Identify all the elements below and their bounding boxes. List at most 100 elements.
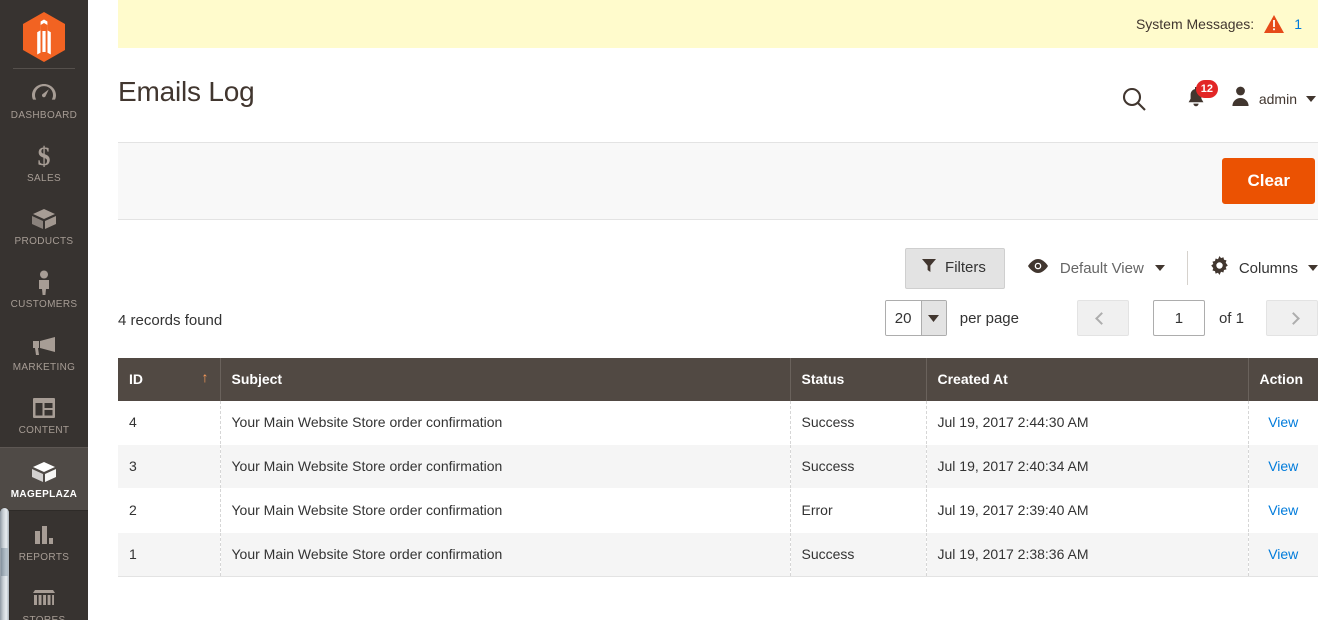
sidebar-item-reports[interactable]: REPORTS	[0, 511, 88, 574]
current-page-input[interactable]	[1152, 300, 1205, 336]
sidebar-item-label: CONTENT	[18, 425, 70, 436]
sidebar-item-label: SALES	[27, 173, 61, 184]
cell-subject: Your Main Website Store order confirmati…	[220, 532, 791, 577]
per-page-select[interactable]: 20	[884, 300, 947, 336]
sidebar-item-label: DASHBOARD	[10, 110, 78, 121]
cell-created-at: Jul 19, 2017 2:40:34 AM	[926, 444, 1249, 489]
sidebar-item-stores[interactable]: STORES	[0, 574, 88, 620]
column-header-created-at[interactable]: Created At	[926, 358, 1249, 401]
search-icon[interactable]	[1113, 78, 1155, 120]
view-link[interactable]: View	[1268, 546, 1298, 562]
column-header-id[interactable]: ID ↑	[118, 358, 221, 401]
cell-action: View	[1248, 401, 1318, 445]
eye-icon	[1027, 258, 1049, 278]
table-row[interactable]: 2 Your Main Website Store order confirmat…	[118, 488, 1318, 533]
default-view-selector[interactable]: Default View	[1027, 251, 1188, 285]
sidebar-item-content[interactable]: CONTENT	[0, 384, 88, 447]
sidebar-item-label: CUSTOMERS	[10, 299, 78, 310]
cell-action: View	[1248, 532, 1318, 577]
cell-id: 3	[118, 444, 221, 489]
system-messages-bar: System Messages: 1	[118, 0, 1318, 48]
table-head: ID ↑ Subject Status Created At Action	[118, 358, 1318, 401]
cell-subject: Your Main Website Store order confirmati…	[220, 444, 791, 489]
page-title: Emails Log	[118, 76, 255, 107]
column-header-action: Action	[1248, 358, 1318, 401]
table-row[interactable]: 3 Your Main Website Store order confirmat…	[118, 444, 1318, 489]
column-label: Action	[1259, 371, 1304, 387]
cell-subject: Your Main Website Store order confirmati…	[220, 401, 791, 445]
total-pages-label: of 1	[1218, 309, 1244, 327]
dashboard-gauge-icon	[2, 80, 86, 106]
page-header: Emails Log 12 admin	[118, 48, 1318, 142]
chevron-left-icon	[1095, 311, 1109, 325]
sidebar-item-sales[interactable]: $ SALES	[0, 132, 88, 195]
chevron-down-icon	[920, 301, 946, 335]
column-header-subject[interactable]: Subject	[220, 358, 791, 401]
warning-triangle-icon	[1263, 14, 1285, 34]
sidebar-item-label: STORES	[2, 615, 86, 620]
column-label: Status	[801, 371, 845, 387]
storefront-icon	[2, 585, 86, 611]
sidebar-item-customers[interactable]: CUSTOMERS	[0, 258, 88, 321]
cell-id: 4	[118, 401, 221, 445]
cell-status: Success	[790, 532, 927, 577]
sidebar-item-products[interactable]: PRODUCTS	[0, 195, 88, 258]
sort-ascending-icon: ↑	[201, 369, 209, 385]
column-label: ID	[129, 371, 143, 387]
view-link[interactable]: View	[1268, 502, 1298, 518]
previous-page-button[interactable]	[1076, 300, 1129, 336]
magento-logo[interactable]	[0, 0, 88, 68]
admin-sidebar: DASHBOARD $ SALES PRODUCTS CUSTOMERS MAR…	[0, 0, 88, 620]
cell-action: View	[1248, 489, 1318, 533]
filters-label: Filters	[945, 259, 986, 276]
sidebar-item-dashboard[interactable]: DASHBOARD	[0, 69, 88, 132]
page-actions-panel: Clear	[118, 142, 1318, 220]
sidebar-item-label: MARKETING	[12, 362, 76, 373]
columns-selector[interactable]: Columns	[1210, 256, 1318, 280]
sidebar-item-label: MAGEPLAZA	[10, 489, 78, 500]
admin-user-menu[interactable]: admin	[1229, 82, 1318, 116]
cell-subject: Your Main Website Store order confirmati…	[220, 488, 791, 533]
bar-chart-icon	[2, 522, 86, 548]
clear-button[interactable]: Clear	[1222, 158, 1315, 204]
table-body: 4 Your Main Website Store order confirmat…	[118, 401, 1318, 577]
view-link[interactable]: View	[1268, 414, 1298, 430]
sidebar-item-mageplaza[interactable]: MAGEPLAZA	[0, 447, 88, 511]
svg-text:$: $	[38, 143, 51, 169]
cell-id: 2	[118, 488, 221, 533]
cell-status: Error	[790, 488, 927, 533]
table-header-row: ID ↑ Subject Status Created At Action	[118, 358, 1318, 401]
cell-created-at: Jul 19, 2017 2:39:40 AM	[926, 488, 1249, 533]
column-label: Subject	[231, 371, 283, 387]
table-row[interactable]: 1 Your Main Website Store order confirmat…	[118, 532, 1318, 577]
cell-id: 1	[118, 532, 221, 577]
per-page-label: per page	[959, 309, 1019, 327]
page-scrollbar-thumb[interactable]	[0, 508, 9, 620]
table-row[interactable]: 4 Your Main Website Store order confirmat…	[118, 401, 1318, 445]
person-icon	[2, 269, 86, 295]
magento-logo-icon	[23, 12, 65, 62]
view-link[interactable]: View	[1268, 458, 1298, 474]
sidebar-item-label: PRODUCTS	[14, 236, 74, 247]
cell-created-at: Jul 19, 2017 2:44:30 AM	[926, 401, 1249, 445]
grid-pager-row: 4 records found 20 per page of 1	[118, 300, 1318, 344]
column-label: Created At	[937, 371, 1008, 387]
system-messages-label: System Messages:	[1135, 16, 1255, 32]
next-page-button[interactable]	[1266, 300, 1318, 336]
default-view-label: Default View	[1059, 259, 1144, 277]
cell-status: Success	[790, 401, 927, 445]
columns-label: Columns	[1238, 259, 1298, 277]
chevron-down-icon	[1308, 265, 1318, 271]
column-header-status[interactable]: Status	[790, 358, 927, 401]
cell-status: Success	[790, 444, 927, 489]
filters-button[interactable]: Filters	[905, 247, 1005, 289]
sidebar-item-label: REPORTS	[18, 552, 70, 563]
sidebar-item-marketing[interactable]: MARKETING	[0, 321, 88, 384]
per-page-value: 20	[885, 301, 921, 335]
notifications-button[interactable]: 12	[1169, 78, 1223, 120]
notifications-badge: 12	[1195, 80, 1218, 98]
emails-log-grid: ID ↑ Subject Status Created At Action 4 …	[118, 358, 1318, 577]
admin-page: DASHBOARD $ SALES PRODUCTS CUSTOMERS MAR…	[0, 0, 1344, 620]
system-messages-count[interactable]: 1	[1294, 16, 1302, 32]
box-icon	[2, 459, 86, 485]
